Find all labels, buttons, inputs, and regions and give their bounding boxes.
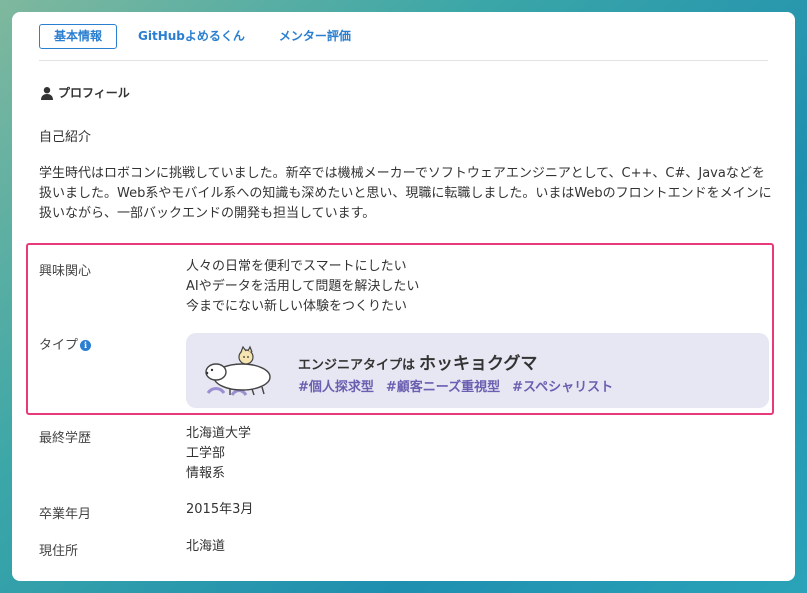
graduation-value: 2015年3月 (186, 502, 254, 517)
type-prefix: エンジニアタイプは (298, 358, 416, 373)
interest-item: 今までにない新しい体験をつくりたい (186, 299, 408, 314)
type-tag: #スペシャリスト (512, 380, 614, 395)
tab-github-reader[interactable]: GitHubよめるくん (125, 24, 258, 49)
education-faculty: 工学部 (186, 446, 226, 461)
type-tags: #個人探求型 #顧客ニーズ重視型 #スペシャリスト (298, 376, 625, 395)
education-values: 北海道大学 工学部 情報系 (186, 424, 251, 484)
type-label: タイプ (39, 338, 79, 353)
engineer-type-card: エンジニアタイプは ホッキョクグマ #個人探求型 #顧客ニーズ重視型 #スペシャリ… (186, 333, 769, 408)
intro-text: 学生時代はロボコンに挑戦していました。新卒では機械メーカーでソフトウェアエンジニ… (39, 166, 772, 221)
tab-bar: 基本情報 GitHubよめるくん メンター評価 (39, 24, 372, 49)
graduation-label: 卒業年月 (39, 507, 92, 522)
polar-bear-icon (205, 345, 271, 396)
interest-item: AIやデータを活用して問題を解決したい (186, 279, 420, 294)
education-label: 最終学歴 (39, 431, 92, 446)
interest-item: 人々の日常を便利でスマートにしたい (186, 259, 407, 274)
education-university: 北海道大学 (186, 426, 252, 441)
type-tag: #個人探求型 (298, 380, 374, 395)
profile-section-title: プロフィール (58, 86, 130, 100)
tab-mentor-evaluation[interactable]: メンター評価 (266, 24, 364, 49)
profile-section-header: プロフィール (40, 84, 130, 101)
type-label-row: タイプ i (39, 334, 92, 353)
interests-label: 興味関心 (39, 264, 92, 279)
type-name: ホッキョクグマ (419, 354, 538, 374)
profile-card: 基本情報 GitHubよめるくん メンター評価 プロフィール 自己紹介 学生時代… (12, 12, 795, 581)
residence-value: 北海道 (186, 539, 226, 554)
person-icon (41, 86, 53, 100)
tab-basic-info[interactable]: 基本情報 (39, 24, 118, 49)
education-field: 情報系 (186, 466, 226, 481)
type-title: エンジニアタイプは ホッキョクグマ (298, 349, 537, 374)
residence-label: 現住所 (39, 544, 79, 559)
interests-list: 人々の日常を便利でスマートにしたい AIやデータを活用して問題を解決したい 今ま… (186, 257, 419, 317)
info-icon[interactable]: i (80, 340, 92, 351)
type-tag: #顧客ニーズ重視型 (385, 380, 501, 395)
intro-label: 自己紹介 (39, 130, 92, 145)
tab-divider (39, 60, 768, 61)
